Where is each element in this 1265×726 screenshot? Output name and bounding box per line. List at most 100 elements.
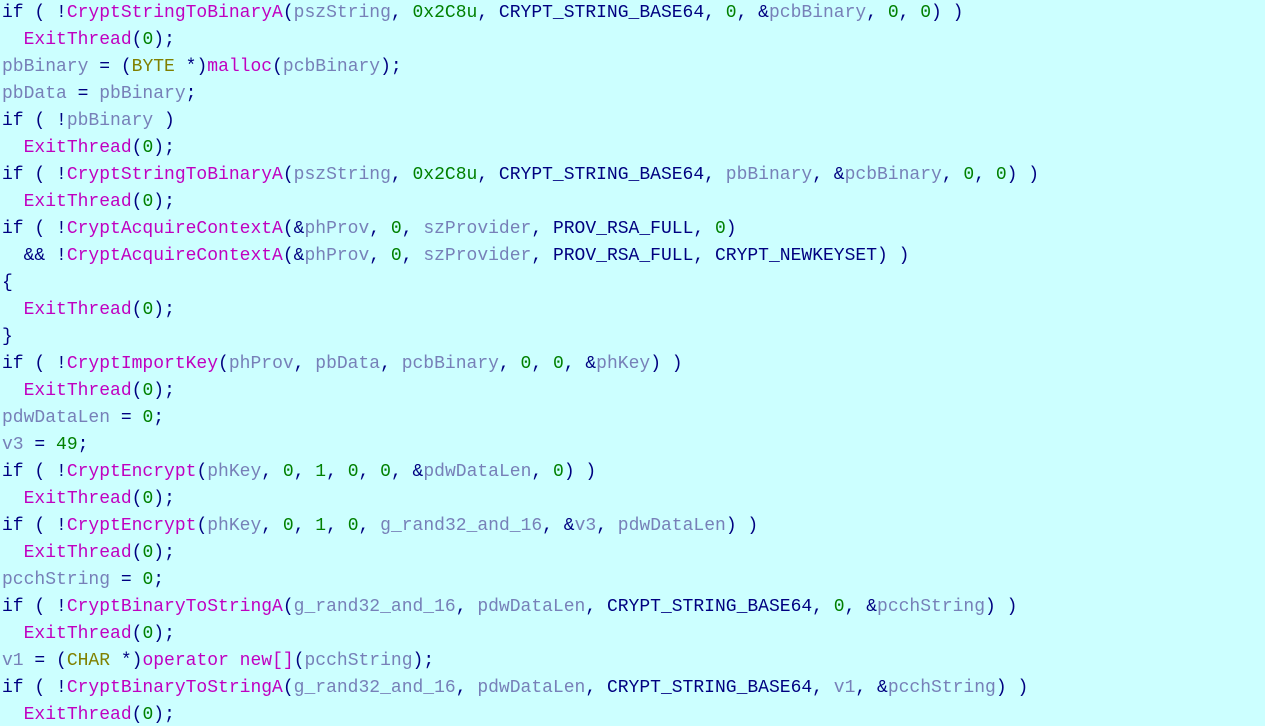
code-token: ExitThread: [24, 489, 132, 509]
code-token: CryptEncrypt: [67, 516, 197, 536]
code-token: [2, 192, 24, 212]
code-token: (: [283, 165, 294, 185]
code-token: pdwDataLen: [2, 408, 110, 428]
code-token: ) ): [996, 678, 1028, 698]
code-token: pcchString: [2, 570, 110, 590]
code-token: szProvider: [423, 219, 531, 239]
code-token: 0: [142, 705, 153, 725]
code-token: =: [110, 408, 142, 428]
code-token: CryptEncrypt: [67, 462, 197, 482]
code-token: if ( !: [2, 516, 67, 536]
code-token: ,: [261, 516, 283, 536]
code-token: ;: [186, 84, 197, 104]
code-token: pcbBinary: [769, 3, 866, 23]
code-token: 0: [380, 462, 391, 482]
code-token: , CRYPT_STRING_BASE64,: [585, 597, 833, 617]
code-token: malloc: [207, 57, 272, 77]
code-token: 0: [142, 543, 153, 563]
code-token: [2, 543, 24, 563]
code-token: 0: [348, 516, 359, 536]
code-token: ;: [78, 435, 89, 455]
code-token: , CRYPT_STRING_BASE64,: [477, 165, 725, 185]
code-token: ): [726, 219, 737, 239]
code-token: );: [153, 705, 175, 725]
code-token: [2, 489, 24, 509]
code-token: 0: [963, 165, 974, 185]
code-token: {: [2, 273, 13, 293]
code-token: );: [153, 543, 175, 563]
code-token: 0: [142, 381, 153, 401]
code-token: ExitThread: [24, 300, 132, 320]
code-token: (: [272, 57, 283, 77]
code-token: ,: [391, 3, 413, 23]
code-token: ExitThread: [24, 624, 132, 644]
code-token: pdwDataLen: [618, 516, 726, 536]
code-token: ): [153, 111, 175, 131]
code-token: phProv: [304, 219, 369, 239]
code-token: pszString: [294, 3, 391, 23]
code-token: [2, 624, 24, 644]
code-token: ,: [531, 462, 553, 482]
code-token: ,: [499, 354, 521, 374]
code-token: 0: [142, 489, 153, 509]
code-token: }: [2, 327, 13, 347]
code-token: ,: [294, 462, 316, 482]
code-token: pbBinary: [99, 84, 185, 104]
code-token: );: [153, 300, 175, 320]
code-token: if ( !: [2, 354, 67, 374]
code-token: g_rand32_and_16: [294, 597, 456, 617]
code-token: (: [132, 543, 143, 563]
code-token: (: [283, 3, 294, 23]
code-token: , PROV_RSA_FULL,: [531, 219, 715, 239]
code-token: );: [380, 57, 402, 77]
code-token: ,: [294, 516, 316, 536]
code-token: =: [67, 84, 99, 104]
code-token: CryptAcquireContextA: [67, 246, 283, 266]
code-token: pdwDataLen: [477, 597, 585, 617]
code-token: ) ): [726, 516, 758, 536]
code-token: (: [294, 651, 305, 671]
code-token: 0: [142, 300, 153, 320]
code-token: );: [153, 138, 175, 158]
code-token: ,: [596, 516, 618, 536]
code-token: ,: [391, 165, 413, 185]
code-token: CryptStringToBinaryA: [67, 165, 283, 185]
code-token: (: [132, 624, 143, 644]
code-token: ,: [369, 246, 391, 266]
code-token: CryptBinaryToStringA: [67, 597, 283, 617]
code-token: [2, 138, 24, 158]
code-token: (: [218, 354, 229, 374]
code-token: , &: [564, 354, 596, 374]
code-token: 1: [315, 516, 326, 536]
code-token: ,: [402, 219, 424, 239]
code-token: ,: [456, 597, 478, 617]
code-token: if ( !: [2, 219, 67, 239]
decompiler-code-view[interactable]: if ( !CryptStringToBinaryA(pszString, 0x…: [0, 0, 1265, 726]
code-token: phKey: [207, 516, 261, 536]
code-token: (: [132, 30, 143, 50]
code-token: ) ): [985, 597, 1017, 617]
code-token: , CRYPT_STRING_BASE64,: [477, 3, 725, 23]
code-token: , &: [845, 597, 877, 617]
code-token: ) ): [564, 462, 596, 482]
code-token: ExitThread: [24, 30, 132, 50]
code-token: operator new[]: [142, 651, 293, 671]
code-token: (: [132, 138, 143, 158]
code-token: 0: [726, 3, 737, 23]
code-token: ,: [456, 678, 478, 698]
code-token: = (: [88, 57, 131, 77]
code-token: 0: [391, 246, 402, 266]
code-token: pbBinary: [726, 165, 812, 185]
code-token: ;: [153, 408, 164, 428]
code-token: pszString: [294, 165, 391, 185]
code-token: 49: [56, 435, 78, 455]
code-token: ) ): [650, 354, 682, 374]
code-token: );: [153, 624, 175, 644]
code-token: =: [110, 570, 142, 590]
code-token: pcbBinary: [845, 165, 942, 185]
code-token: BYTE: [132, 57, 175, 77]
code-token: 0: [348, 462, 359, 482]
code-token: phProv: [304, 246, 369, 266]
code-token: 0: [553, 462, 564, 482]
code-token: pdwDataLen: [423, 462, 531, 482]
